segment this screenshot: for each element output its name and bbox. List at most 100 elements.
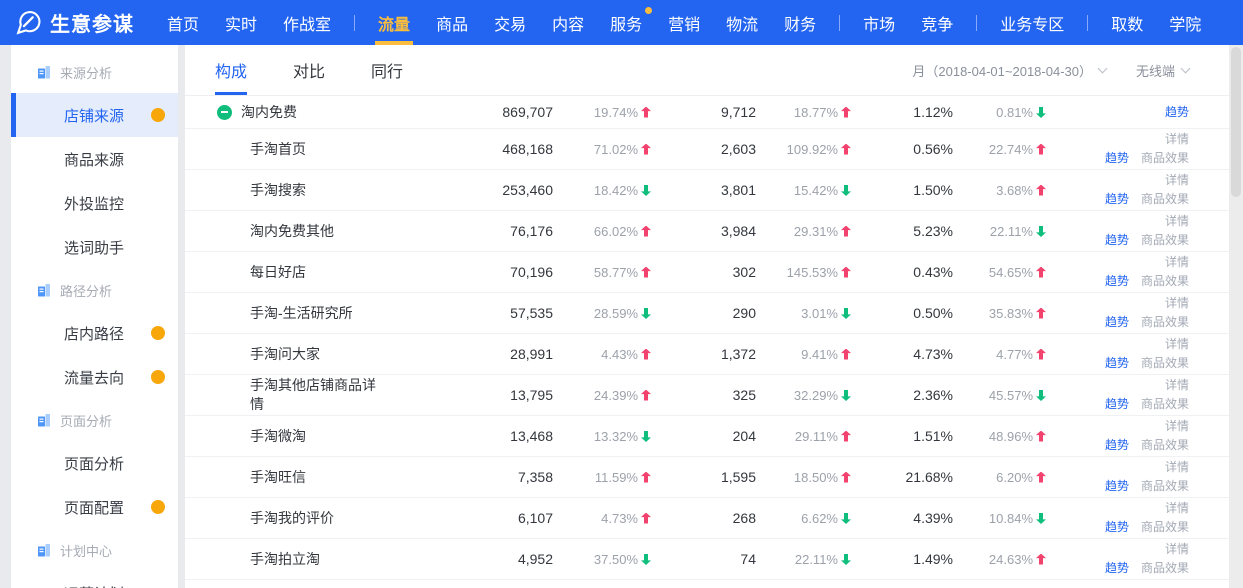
nav-item[interactable]: 取数 (1098, 0, 1156, 45)
trend-link[interactable]: 趋势 (1105, 354, 1129, 373)
trend-arrow-icon (641, 308, 651, 319)
nav-item[interactable]: 业务专区 (987, 0, 1077, 45)
sycm-logo-icon (14, 9, 41, 36)
trend-link[interactable]: 趋势 (1165, 103, 1189, 122)
trend-link[interactable]: 趋势 (1105, 272, 1129, 291)
sidebar-entry[interactable]: 流量去向 (11, 355, 178, 399)
vertical-scrollbar[interactable] (1229, 45, 1243, 588)
sidebar-entry[interactable]: 店铺来源 (11, 93, 178, 137)
detail-link[interactable]: 详情 (1165, 212, 1189, 231)
source-name-cell: 手淘拍立淘 (203, 550, 433, 569)
product-effect-link[interactable]: 商品效果 (1141, 272, 1189, 291)
tab[interactable]: 构成 (215, 45, 247, 95)
tab[interactable]: 对比 (293, 45, 325, 95)
detail-link[interactable]: 详情 (1165, 458, 1189, 477)
sidebar-entry-label: 来源分析 (60, 63, 112, 82)
detail-link[interactable]: 详情 (1165, 417, 1189, 436)
sidebar-entry[interactable]: 页面分析 (11, 399, 178, 441)
detail-link[interactable]: 详情 (1165, 130, 1189, 149)
trend-link[interactable]: 趋势 (1105, 436, 1129, 455)
detail-link[interactable]: 详情 (1165, 335, 1189, 354)
nav-item[interactable]: 商品 (423, 0, 481, 45)
buyers-change-value: 22.11% (795, 552, 838, 567)
sidebar-entry[interactable]: 商品来源 (11, 137, 178, 181)
buyers-change: 29.31% (756, 224, 851, 239)
sidebar-entry[interactable]: 计划中心 (11, 529, 178, 571)
sidebar-entry[interactable]: 页面分析 (11, 441, 178, 485)
trend-link[interactable]: 趋势 (1105, 149, 1129, 168)
detail-link[interactable]: 详情 (1165, 171, 1189, 190)
conversion-rate-change-value: 10.84% (989, 511, 1033, 526)
buyers-value: 302 (651, 264, 756, 280)
source-name-cell: 手淘搜索 (203, 181, 433, 200)
product-effect-link[interactable]: 商品效果 (1141, 190, 1189, 209)
nav-item[interactable]: 竞争 (908, 0, 966, 45)
nav-item[interactable]: 首页 (154, 0, 212, 45)
sidebar-entry[interactable]: 选词助手 (11, 225, 178, 269)
product-effect-link[interactable]: 商品效果 (1141, 395, 1189, 414)
nav-item-label: 业务专区 (1000, 11, 1064, 35)
trend-link[interactable]: 趋势 (1105, 559, 1129, 578)
sidebar-entry[interactable]: 页面配置 (11, 485, 178, 529)
trend-link[interactable]: 趋势 (1105, 395, 1129, 414)
nav-item[interactable]: 学院 (1156, 0, 1214, 45)
nav-item[interactable]: 流量 (365, 0, 423, 45)
detail-link[interactable]: 详情 (1165, 294, 1189, 313)
sidebar-entry[interactable]: 店内路径 (11, 311, 178, 355)
trend-link[interactable]: 趋势 (1105, 231, 1129, 250)
visitors-value: 13,795 (433, 387, 553, 403)
visitors-value: 76,176 (433, 223, 553, 239)
trend-arrow-icon (1036, 554, 1046, 565)
buyers-value: 1,595 (651, 469, 756, 485)
sidebar: 来源分析 店铺来源 商品来源 外投监控 (11, 45, 178, 588)
product-effect-link[interactable]: 商品效果 (1141, 231, 1189, 250)
nav-item-label: 流量 (378, 11, 410, 35)
detail-link[interactable]: 详情 (1165, 376, 1189, 395)
product-effect-link[interactable]: 商品效果 (1141, 477, 1189, 496)
trend-link[interactable]: 趋势 (1105, 518, 1129, 537)
conversion-rate-change-value: 24.63% (989, 552, 1033, 567)
conversion-rate-change-value: 0.81% (996, 105, 1033, 120)
app-logo[interactable]: 生意参谋 (14, 0, 134, 45)
nav-item[interactable]: 服务 (597, 0, 655, 45)
collapse-minus-icon[interactable] (217, 105, 232, 120)
conversion-rate-value: 5.23% (851, 223, 953, 239)
tab[interactable]: 同行 (371, 45, 403, 95)
trend-link[interactable]: 趋势 (1105, 477, 1129, 496)
detail-link[interactable]: 详情 (1165, 540, 1189, 559)
product-effect-link[interactable]: 商品效果 (1141, 559, 1189, 578)
product-effect-link[interactable]: 商品效果 (1141, 436, 1189, 455)
buyers-change: 109.92% (756, 142, 851, 157)
nav-item[interactable]: 作战室 (270, 0, 344, 45)
trend-link[interactable]: 趋势 (1105, 313, 1129, 332)
detail-link[interactable]: 详情 (1165, 253, 1189, 272)
sidebar-entry[interactable]: 来源分析 (11, 51, 178, 93)
date-range-selector[interactable]: 月（2018-04-01~2018-04-30） (912, 61, 1106, 80)
nav-item[interactable]: 市场 (850, 0, 908, 45)
sidebar-entry-label: 店内路径 (64, 323, 124, 344)
nav-item[interactable]: 实时 (212, 0, 270, 45)
nav-item[interactable]: 内容 (539, 0, 597, 45)
product-effect-link[interactable]: 商品效果 (1141, 313, 1189, 332)
trend-link[interactable]: 趋势 (1105, 190, 1129, 209)
product-effect-link[interactable]: 商品效果 (1141, 518, 1189, 537)
detail-link[interactable]: 详情 (1165, 499, 1189, 518)
source-name: 手淘-生活研究所 (250, 304, 353, 323)
nav-item[interactable]: 营销 (655, 0, 713, 45)
buyers-change: 145.53% (756, 265, 851, 280)
product-effect-link[interactable]: 商品效果 (1141, 354, 1189, 373)
nav-item-label: 服务 (610, 11, 642, 35)
sidebar-entry[interactable]: 路径分析 (11, 269, 178, 311)
nav-item[interactable]: 财务 (771, 0, 829, 45)
product-effect-link[interactable]: 商品效果 (1141, 149, 1189, 168)
scrollbar-thumb[interactable] (1231, 47, 1241, 197)
actions-cell: 详情 趋势 商品效果 (1046, 376, 1189, 414)
sidebar-entry[interactable]: 外投监控 (11, 181, 178, 225)
nav-item[interactable]: 物流 (713, 0, 771, 45)
terminal-selector[interactable]: 无线端 (1136, 61, 1189, 80)
nav-item[interactable]: 交易 (481, 0, 539, 45)
conversion-rate-change: 6.20% (953, 470, 1046, 485)
visitors-change-value: 4.73% (601, 511, 638, 526)
buyers-change-value: 18.77% (794, 105, 838, 120)
sidebar-entry[interactable]: 运营计划 (11, 571, 178, 588)
